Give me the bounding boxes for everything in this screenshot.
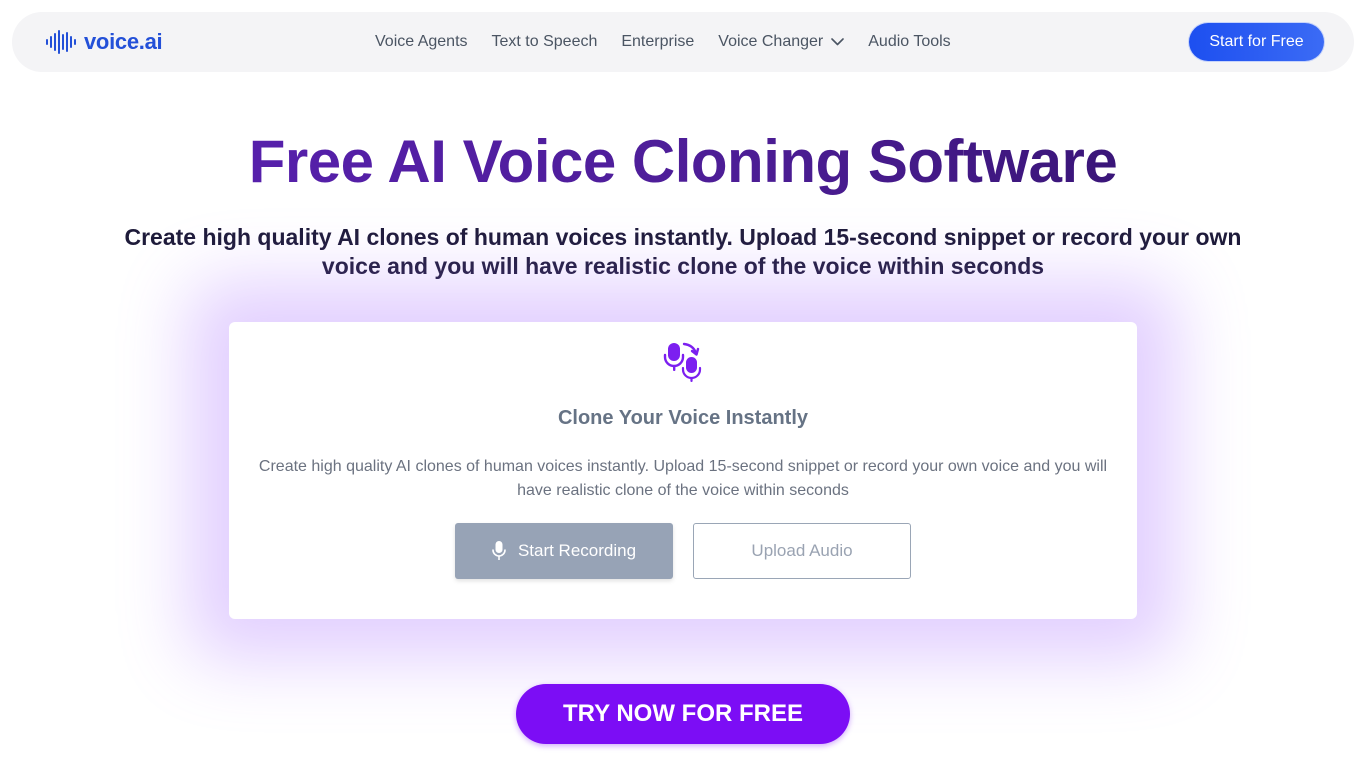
voice-clone-icon <box>663 342 702 382</box>
card-title: Clone Your Voice Instantly <box>557 407 809 429</box>
voice-clone-card: Clone Your Voice Instantly Create high q… <box>229 322 1137 619</box>
main-nav: Voice Agents Text to Speech Enterprise V… <box>375 12 951 72</box>
start-for-free-button[interactable]: Start for Free <box>1189 23 1324 61</box>
hero-subtitle: Create high quality AI clones of human v… <box>124 224 1242 279</box>
brand-name: voice.ai <box>84 29 163 54</box>
nav-link-voice-changer[interactable]: Voice Changer <box>718 33 845 51</box>
nav-link-voice-agents[interactable]: Voice Agents <box>375 33 468 51</box>
start-recording-button[interactable]: Start Recording <box>455 523 673 579</box>
microphone-icon <box>492 541 506 560</box>
page-title: Free AI Voice Cloning Software <box>0 126 1366 198</box>
nav-link-enterprise[interactable]: Enterprise <box>621 33 694 51</box>
logo-link[interactable]: voice.ai <box>46 29 163 54</box>
start-recording-label: Start Recording <box>517 541 637 560</box>
try-now-button[interactable]: TRY NOW FOR FREE <box>516 684 850 744</box>
top-navbar: voice.ai Voice Agents Text to Speech Ent… <box>12 12 1354 72</box>
upload-audio-button[interactable]: Upload Audio <box>693 523 911 579</box>
nav-link-voice-changer-label: Voice Changer <box>718 33 824 50</box>
nav-link-text-to-speech[interactable]: Text to Speech <box>492 33 598 51</box>
upload-audio-label: Upload Audio <box>751 541 853 560</box>
chevron-down-icon <box>831 38 845 46</box>
nav-link-audio-tools[interactable]: Audio Tools <box>868 33 950 51</box>
soundwave-logo-icon <box>46 30 76 54</box>
card-description: Create high quality AI clones of human v… <box>258 458 1108 499</box>
